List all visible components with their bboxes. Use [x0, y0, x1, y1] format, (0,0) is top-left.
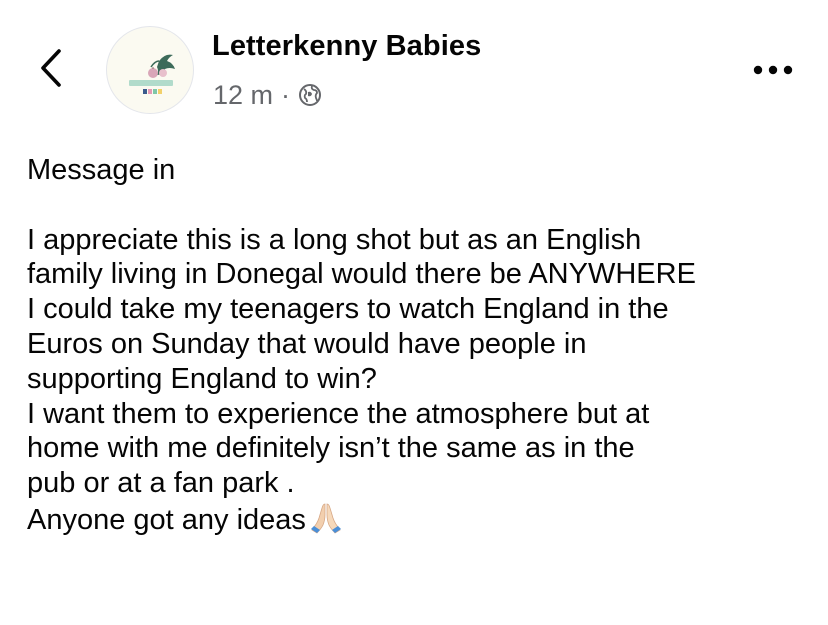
post-line: I want them to experience the atmosphere… — [27, 397, 650, 430]
page-name[interactable]: Letterkenny Babies — [212, 30, 481, 63]
more-options-button[interactable] — [748, 56, 798, 86]
avatar[interactable] — [106, 26, 194, 114]
globe-icon[interactable] — [298, 83, 322, 107]
post-line: Message in — [27, 154, 176, 186]
post-line: pub or at a fan park . — [27, 467, 295, 500]
post-line: Euros on Sunday that would have people i… — [27, 327, 587, 360]
back-button[interactable] — [32, 44, 72, 92]
post-time[interactable]: 12 m — [213, 80, 273, 111]
letterkenny-babies-logo — [129, 54, 175, 94]
post-line: I appreciate this is a long shot but as … — [27, 223, 642, 256]
more-options-icon — [753, 65, 793, 75]
folded-hands-icon — [310, 501, 342, 535]
post-line: family living in Donegal would there be … — [27, 258, 696, 291]
post-header: Letterkenny Babies 12 m · — [0, 0, 828, 130]
post-last-line: Anyone got any ideas — [27, 501, 817, 536]
chevron-left-icon — [41, 49, 61, 87]
post-line-text: Anyone got any ideas — [27, 503, 306, 536]
meta-separator: · — [281, 79, 291, 110]
post-blank-line — [27, 188, 817, 223]
post-meta: 12 m · — [213, 79, 322, 111]
post-line: supporting England to win? — [27, 362, 377, 395]
post-text: Message in I appreciate this is a long s… — [27, 153, 817, 536]
post-line: home with me definitely isn’t the same a… — [27, 432, 635, 465]
post-line: I could take my teenagers to watch Engla… — [27, 293, 669, 326]
